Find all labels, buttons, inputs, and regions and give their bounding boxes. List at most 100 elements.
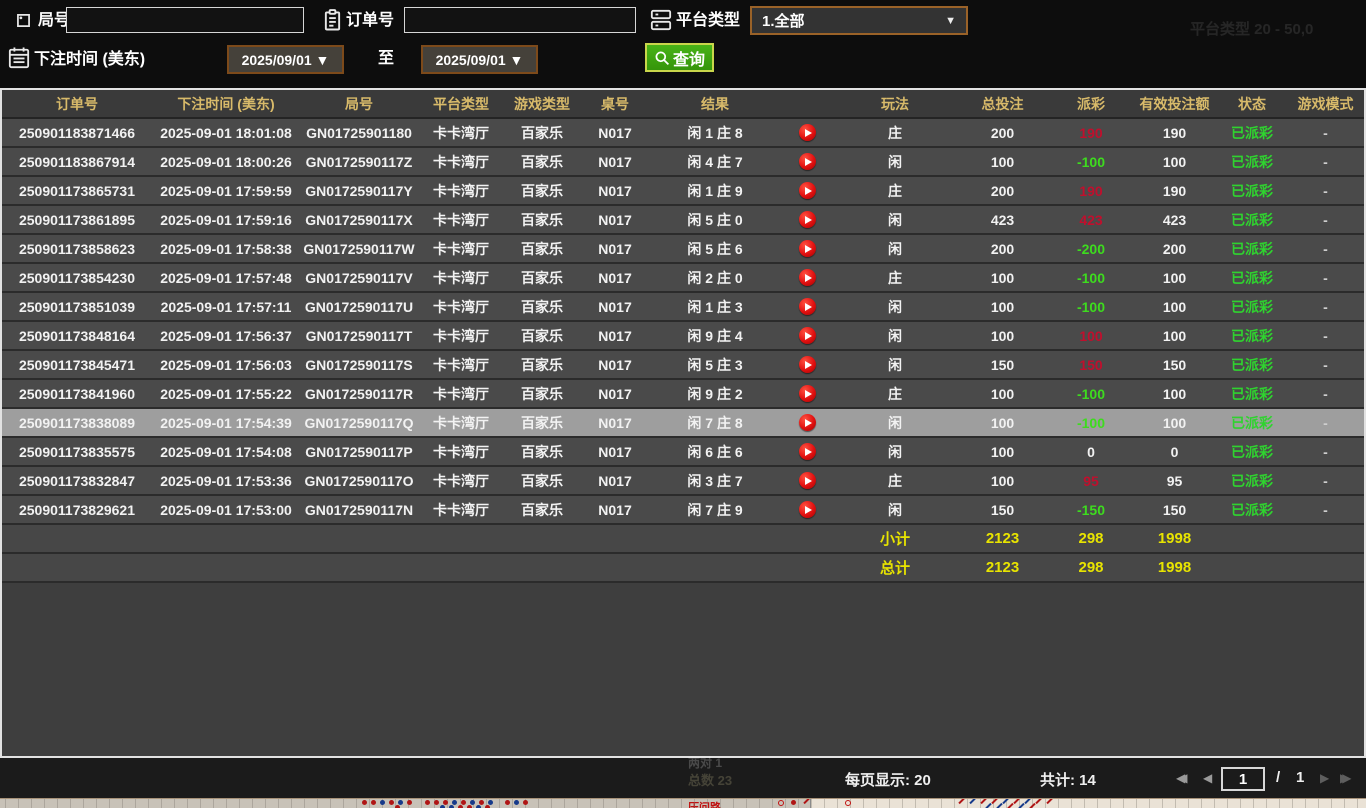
roadmap-mark [845,800,851,806]
replay-video-icon[interactable] [799,182,816,199]
cell-status: 已派彩 [1231,211,1273,228]
replay-video-icon[interactable] [799,327,816,344]
replay-video-icon[interactable] [799,356,816,373]
replay-video-icon[interactable] [799,240,816,257]
grand-total-row: 总计 2123 298 1998 [2,554,1364,583]
roadmap-grid-line [1149,799,1150,808]
roadmap-grid-line [915,799,916,808]
date-from-picker[interactable]: 2025/09/01 ▼ [227,45,344,74]
page-input[interactable] [1221,767,1265,791]
replay-video-icon[interactable] [799,298,816,315]
cell-round: GN01725901180 [306,124,412,141]
roadmap-grid-line [1357,799,1358,808]
table-row[interactable]: 250901173851039 2025-09-01 17:57:11 GN0172… [2,293,1364,322]
roadmap-grid-line [720,799,721,808]
table-row[interactable]: 250901173835575 2025-09-01 17:54:08 GN0172… [2,438,1364,467]
column-header-game: 游戏类型 [514,95,570,112]
roadmap-grid-line [70,799,71,808]
cell-time: 2025-09-01 17:53:36 [160,472,292,489]
cell-total: 100 [990,269,1015,286]
subtotal-row-status [1217,525,1287,552]
cell-valid: 100 [1162,327,1187,344]
cell-result: 闲 6 庄 6 [687,443,743,460]
roadmap-grid-line [1318,799,1319,808]
table-row[interactable]: 250901173858623 2025-09-01 17:58:38 GN0172… [2,235,1364,264]
replay-video-icon[interactable] [799,443,816,460]
cell-status: 已派彩 [1231,240,1273,257]
roadmap-grid-line [1214,799,1215,808]
platform-type-select[interactable]: 1.全部 ▼ [750,6,968,35]
roadmap-mark [514,800,519,805]
cell-payout: 423 [1079,211,1103,228]
replay-video-icon[interactable] [799,269,816,286]
table-row[interactable]: 250901173865731 2025-09-01 17:59:59 GN0172… [2,177,1364,206]
replay-video-icon[interactable] [799,124,816,141]
cell-result: 闲 7 庄 8 [687,414,743,431]
bet-time-label: 下注时间 (美东) [34,51,146,68]
cell-order: 250901173832847 [18,472,136,489]
roadmap-grid-line [512,799,513,808]
cell-valid: 100 [1162,298,1187,315]
roadmap-grid-line [1292,799,1293,808]
roadmap-grid-line [31,799,32,808]
roadmap-grid-line [1110,799,1111,808]
replay-video-icon[interactable] [799,211,816,228]
grand-total-row-valid: 1998 [1157,559,1192,576]
table-row[interactable]: 250901183867914 2025-09-01 18:00:26 GN0172… [2,148,1364,177]
cell-valid: 200 [1162,240,1187,257]
cell-result: 闲 5 庄 3 [687,356,743,373]
replay-video-icon[interactable] [799,153,816,170]
cell-play [780,206,835,233]
cell-payout: -150 [1076,501,1106,518]
table-row[interactable]: 250901173832847 2025-09-01 17:53:36 GN0172… [2,467,1364,496]
replay-video-icon[interactable] [799,501,816,518]
prev-page-button[interactable]: ◀ [1203,771,1212,785]
table-row[interactable]: 250901173841960 2025-09-01 17:55:22 GN0172… [2,380,1364,409]
round-number-input[interactable] [66,7,304,33]
cell-result: 闲 9 庄 2 [687,385,743,402]
roadmap-grid-line [1097,799,1098,808]
table-row[interactable]: 250901173848164 2025-09-01 17:56:37 GN0172… [2,322,1364,351]
grand-total-row-payout: 298 [1078,559,1104,576]
roadmap-mark [434,800,439,805]
replay-video-icon[interactable] [799,385,816,402]
roadmap-grid-line [837,799,838,808]
table-row[interactable]: 250901173861895 2025-09-01 17:59:16 GN0172… [2,206,1364,235]
roadmap-grid-line [889,799,890,808]
cell-table: N017 [598,211,632,228]
first-page-button[interactable]: ◀◀ [1176,771,1188,785]
search-button[interactable]: 查询 [645,43,714,72]
table-row[interactable]: 250901183871466 2025-09-01 18:01:08 GN0172… [2,119,1364,148]
roadmap-grid-line [421,799,422,808]
cell-time: 2025-09-01 18:01:08 [160,124,292,141]
roadmap-grid-line [252,799,253,808]
table-row[interactable]: 250901173854230 2025-09-01 17:57:48 GN0172… [2,264,1364,293]
cell-status: 已派彩 [1231,385,1273,402]
replay-video-icon[interactable] [799,414,816,431]
order-number-input[interactable] [404,7,636,33]
cell-round: GN0172590117V [305,269,413,286]
roadmap-grid-line [291,799,292,808]
background-bleed-pair: 两对 1 [688,756,723,770]
cell-total: 100 [990,385,1015,402]
table-row[interactable]: 250901173829621 2025-09-01 17:53:00 GN0172… [2,496,1364,525]
date-to-picker[interactable]: 2025/09/01 ▼ [421,45,538,74]
cell-round: GN0172590117T [305,327,413,344]
platform-type-icon [650,9,672,31]
cell-play [780,351,835,378]
cell-table: N017 [598,414,632,431]
cell-platform: 卡卡湾厅 [433,182,489,199]
cell-table: N017 [598,182,632,199]
table-row[interactable]: 250901173845471 2025-09-01 17:56:03 GN0172… [2,351,1364,380]
subtotal-row-play [780,525,835,552]
cell-result: 闲 3 庄 7 [687,472,743,489]
cell-game: 百家乐 [521,327,563,344]
grand-total-row-side: 总计 [879,560,910,577]
last-page-button[interactable]: ▶▶ [1340,771,1352,785]
replay-video-icon[interactable] [799,472,816,489]
table-row[interactable]: 250901173838089 2025-09-01 17:54:39 GN0172… [2,409,1364,438]
cell-status: 已派彩 [1231,124,1273,141]
roadmap-grid-line [330,799,331,808]
roadmap-grid-line [694,799,695,808]
next-page-button[interactable]: ▶ [1320,771,1329,785]
